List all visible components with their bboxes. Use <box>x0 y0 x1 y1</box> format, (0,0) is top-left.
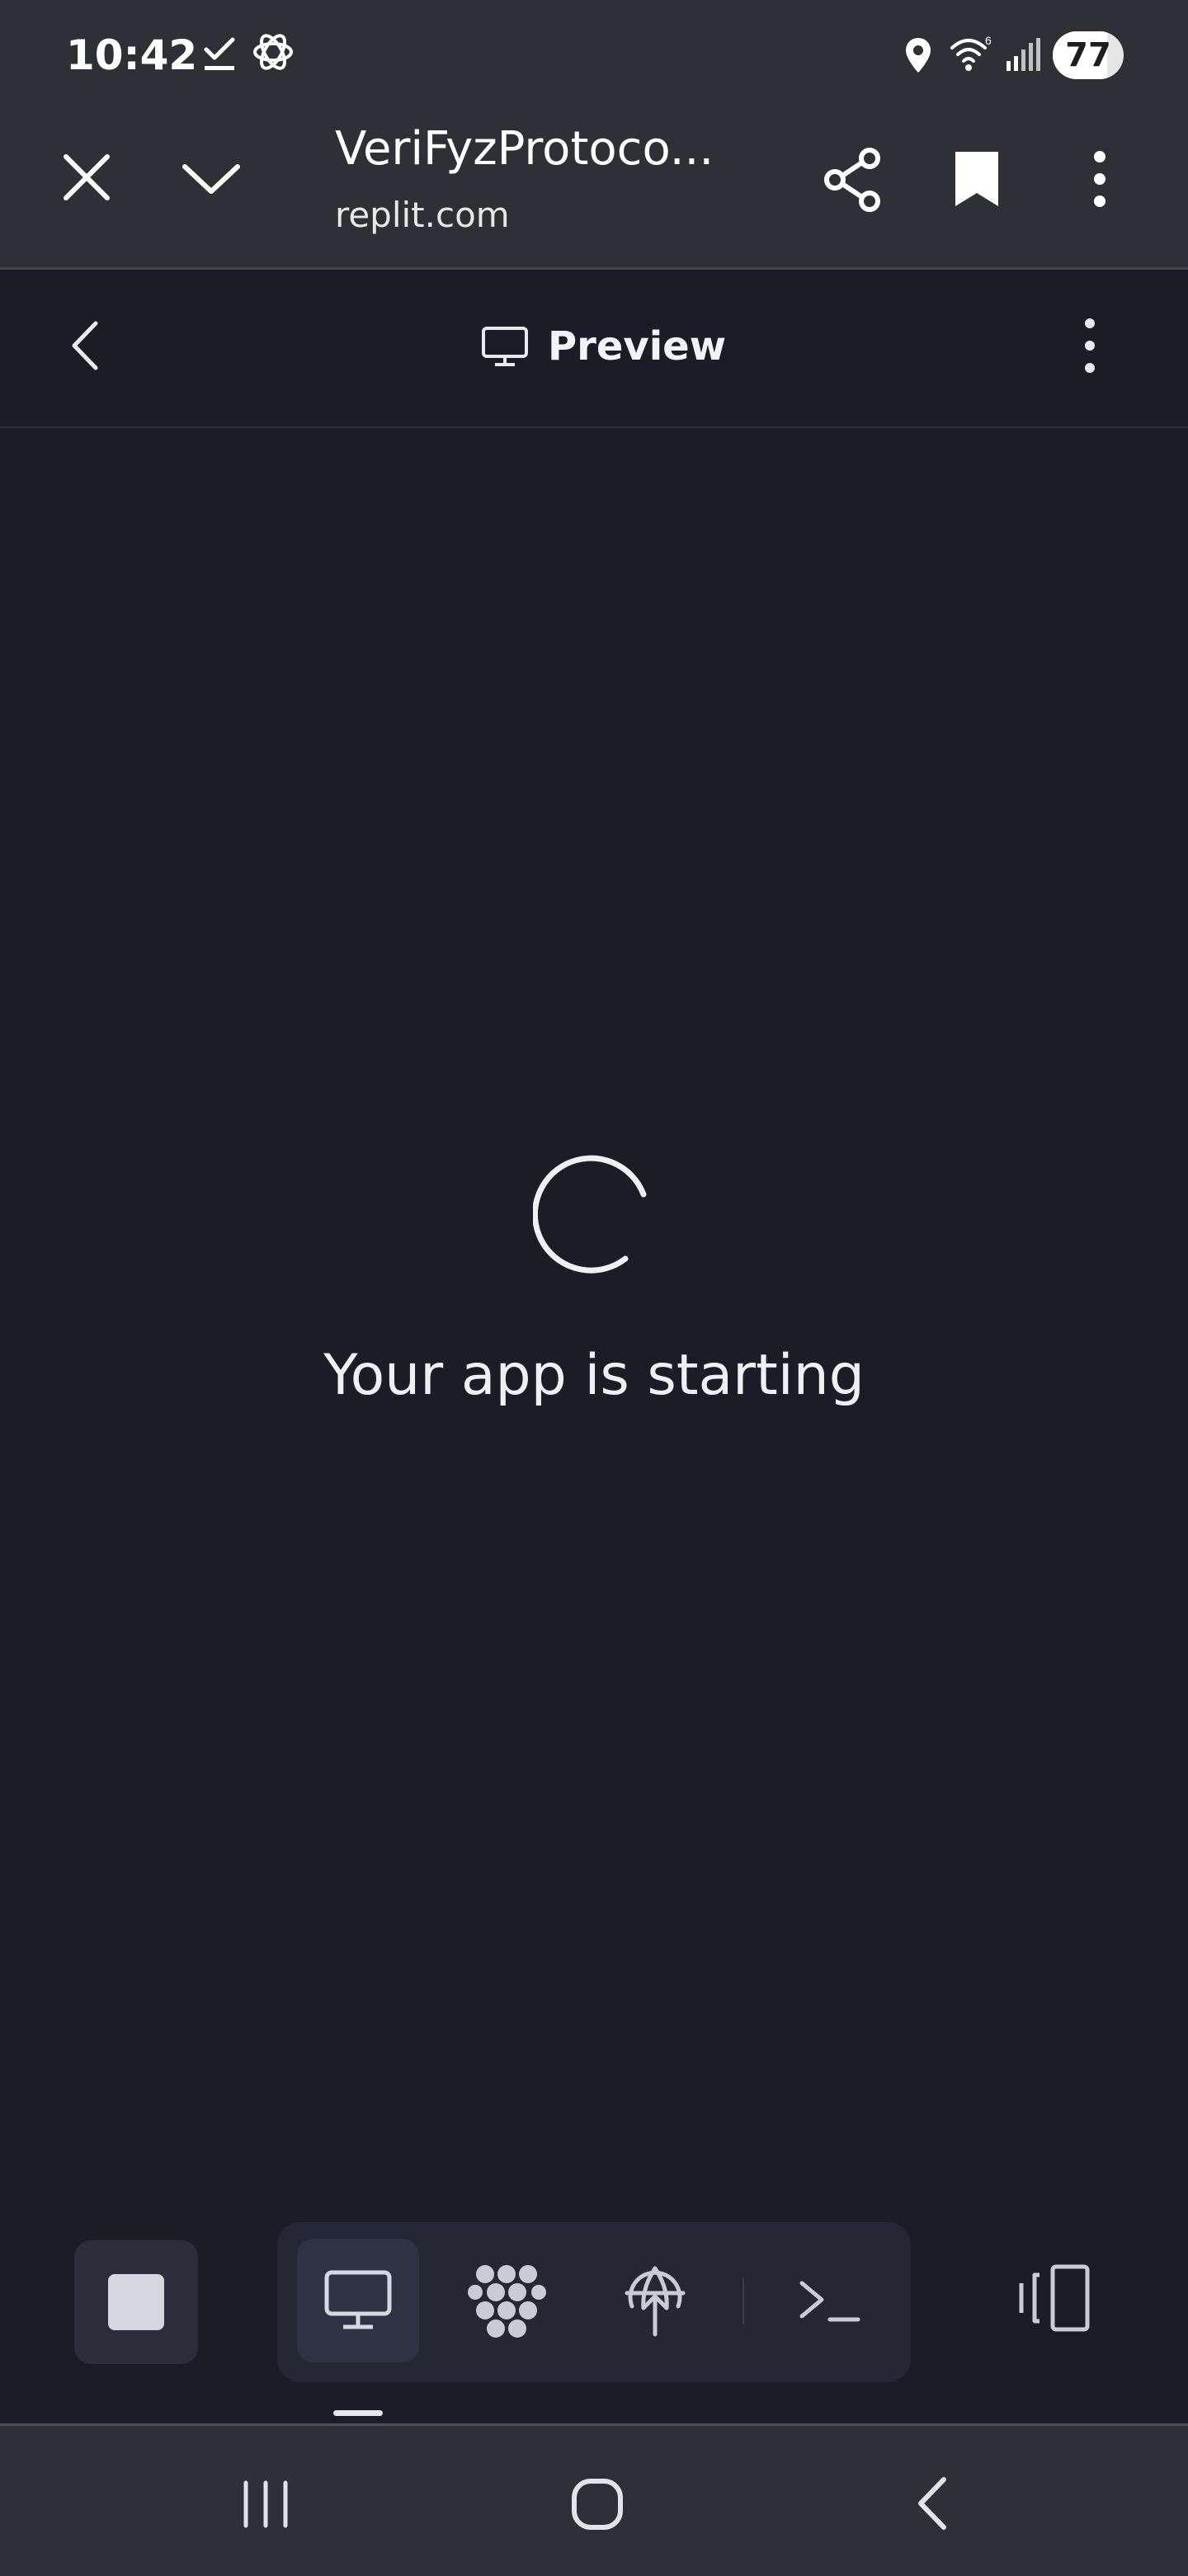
ai-app-icon <box>251 30 295 74</box>
home-icon[interactable] <box>569 2476 625 2532</box>
back-chevron-icon[interactable] <box>66 317 107 374</box>
tab-divider <box>742 2278 744 2324</box>
page-domain: replit.com <box>335 195 510 235</box>
terminal-icon <box>797 2272 863 2329</box>
home-indicator <box>333 2410 383 2416</box>
back-icon[interactable] <box>912 2475 954 2532</box>
close-icon[interactable] <box>58 148 116 206</box>
layout-toggle-icon[interactable] <box>1010 2263 1092 2334</box>
signal-icon <box>1005 36 1041 73</box>
recents-icon[interactable] <box>239 2479 292 2529</box>
tab-preview[interactable] <box>297 2239 419 2362</box>
battery-level: 77 <box>1065 36 1111 74</box>
checkmark-icon <box>203 36 236 73</box>
tab-shell[interactable] <box>769 2239 891 2362</box>
monitor-icon <box>480 325 530 368</box>
deploy-icon <box>622 2263 688 2338</box>
tab-deployments[interactable] <box>594 2239 716 2362</box>
location-icon <box>904 36 932 74</box>
packages-icon <box>467 2261 546 2340</box>
more-vertical-icon[interactable] <box>1077 315 1102 376</box>
monitor-icon <box>323 2269 393 2332</box>
preview-label: Preview <box>548 323 727 370</box>
wifi-icon: 6 <box>949 35 997 73</box>
loading-message: Your app is starting <box>323 1343 865 1408</box>
tab-packages[interactable] <box>446 2239 568 2362</box>
preview-title: Preview <box>480 313 726 379</box>
loading-spinner-icon <box>533 1151 657 1275</box>
battery-icon: 77 <box>1053 31 1124 79</box>
bookmark-icon[interactable] <box>950 148 1003 210</box>
chevron-down-icon[interactable] <box>177 148 246 206</box>
stop-icon <box>108 2274 164 2330</box>
page-title: VeriFyzProtoco... <box>335 122 714 176</box>
status-time: 10:42 <box>66 31 198 79</box>
more-vertical-icon[interactable] <box>1087 148 1112 210</box>
stop-button[interactable] <box>74 2240 198 2364</box>
share-icon[interactable] <box>822 147 884 213</box>
svg-text:6: 6 <box>985 35 992 47</box>
